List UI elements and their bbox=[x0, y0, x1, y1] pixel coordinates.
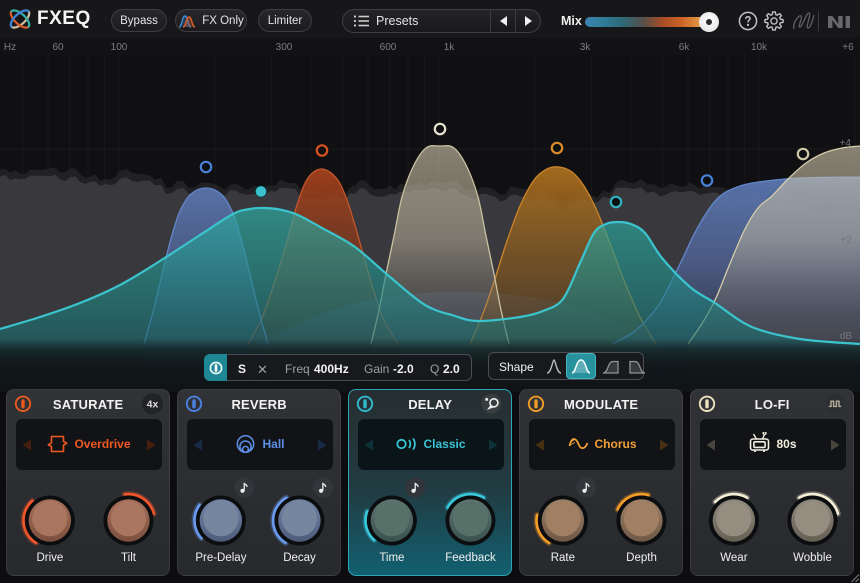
svg-text:dB: dB bbox=[840, 331, 853, 342]
svg-text:+2: +2 bbox=[841, 235, 853, 246]
svg-text:+4: +4 bbox=[840, 138, 852, 149]
